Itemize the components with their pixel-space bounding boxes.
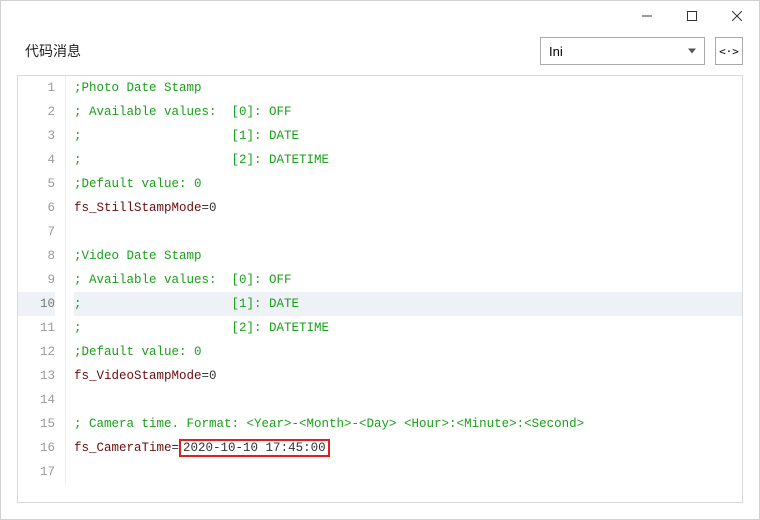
token-op: = [172, 441, 180, 455]
language-select[interactable]: Ini [540, 37, 705, 65]
line-number: 2 [18, 100, 55, 124]
language-select-value: Ini [549, 44, 563, 59]
minimize-icon [642, 11, 652, 21]
editor-body: 1234567891011121314151617 ;Photo Date St… [18, 76, 742, 484]
page-title: 代码消息 [25, 41, 540, 61]
code-line[interactable]: ;Video Date Stamp [74, 244, 742, 268]
token-op: = [202, 201, 210, 215]
line-number: 16 [18, 436, 55, 460]
token-value: 2020-10-10 17:45:00 [179, 439, 330, 457]
token-comment: ; [2]: DATETIME [74, 321, 329, 335]
line-number: 12 [18, 340, 55, 364]
maximize-icon [687, 11, 697, 21]
toggle-code-button[interactable]: <·> [715, 37, 743, 65]
token-value: 0 [209, 201, 217, 215]
token-comment: ; [2]: DATETIME [74, 153, 329, 167]
line-number: 14 [18, 388, 55, 412]
token-value: 0 [209, 369, 217, 383]
code-line[interactable]: ; [1]: DATE [74, 124, 742, 148]
code-line[interactable]: ; [1]: DATE [74, 292, 742, 316]
close-button[interactable] [714, 1, 759, 31]
token-comment: ; [1]: DATE [74, 297, 299, 311]
line-number: 17 [18, 460, 55, 484]
code-line[interactable]: fs_VideoStampMode=0 [74, 364, 742, 388]
token-comment: ;Default value: 0 [74, 345, 202, 359]
chevron-down-icon [688, 49, 696, 54]
line-number: 5 [18, 172, 55, 196]
token-op: = [202, 369, 210, 383]
token-comment: ;Default value: 0 [74, 177, 202, 191]
token-comment: ; Available values: [0]: OFF [74, 105, 292, 119]
token-comment: ;Photo Date Stamp [74, 81, 202, 95]
code-line[interactable]: fs_StillStampMode=0 [74, 196, 742, 220]
line-number: 10 [18, 292, 55, 316]
line-number: 7 [18, 220, 55, 244]
code-line[interactable]: ;Photo Date Stamp [74, 76, 742, 100]
app-window: 代码消息 Ini <·> 1234567891011121314151617 ;… [0, 0, 760, 520]
code-line[interactable]: ;Default value: 0 [74, 340, 742, 364]
line-number: 13 [18, 364, 55, 388]
line-number: 11 [18, 316, 55, 340]
code-icon: <·> [719, 45, 739, 58]
line-number: 15 [18, 412, 55, 436]
line-number: 4 [18, 148, 55, 172]
code-line[interactable] [74, 220, 742, 244]
line-number: 1 [18, 76, 55, 100]
token-comment: ; Camera time. Format: <Year>-<Month>-<D… [74, 417, 584, 431]
token-comment: ; Available values: [0]: OFF [74, 273, 292, 287]
token-comment: ;Video Date Stamp [74, 249, 202, 263]
line-number: 3 [18, 124, 55, 148]
code-line[interactable]: ; Available values: [0]: OFF [74, 100, 742, 124]
line-number: 6 [18, 196, 55, 220]
code-line[interactable]: ; [2]: DATETIME [74, 148, 742, 172]
line-number: 8 [18, 244, 55, 268]
close-icon [732, 11, 742, 21]
code-line[interactable]: ; Camera time. Format: <Year>-<Month>-<D… [74, 412, 742, 436]
line-number: 9 [18, 268, 55, 292]
line-number-gutter: 1234567891011121314151617 [18, 76, 66, 484]
code-line[interactable] [74, 388, 742, 412]
token-key: fs_VideoStampMode [74, 369, 202, 383]
code-line[interactable]: fs_CameraTime=2020-10-10 17:45:00 [74, 436, 742, 460]
code-line[interactable]: ; [2]: DATETIME [74, 316, 742, 340]
code-line[interactable]: ;Default value: 0 [74, 172, 742, 196]
code-line[interactable] [74, 460, 742, 484]
minimize-button[interactable] [624, 1, 669, 31]
code-editor[interactable]: 1234567891011121314151617 ;Photo Date St… [17, 75, 743, 503]
code-line[interactable]: ; Available values: [0]: OFF [74, 268, 742, 292]
header: 代码消息 Ini <·> [1, 31, 759, 75]
token-key: fs_CameraTime [74, 441, 172, 455]
maximize-button[interactable] [669, 1, 714, 31]
code-content[interactable]: ;Photo Date Stamp ; Available values: [0]… [66, 76, 742, 484]
token-key: fs_StillStampMode [74, 201, 202, 215]
titlebar [1, 1, 759, 31]
token-comment: ; [1]: DATE [74, 129, 299, 143]
